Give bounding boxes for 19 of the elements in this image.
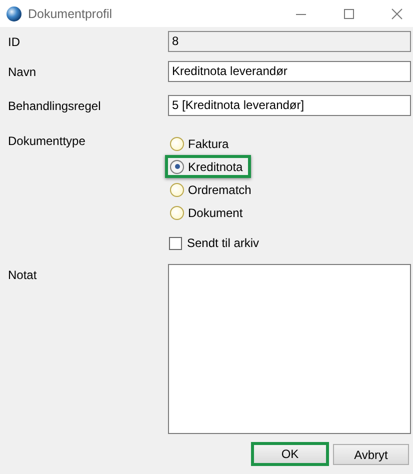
close-icon[interactable] [391,8,403,20]
note-field[interactable] [168,264,411,434]
text-field[interactable]: 5 [Kreditnota leverandør] [168,95,411,116]
field-label: Behandlingsregel [8,98,102,113]
window-title: Dokumentprofil [28,6,112,20]
highlighted-radio-option[interactable]: Kreditnota [165,155,251,178]
text-field[interactable]: Kreditnota leverandør [168,61,411,82]
radio-option[interactable]: Dokument [165,201,251,224]
radio-option[interactable]: Ordrematch [165,178,260,201]
radio-option[interactable]: Faktura [165,132,237,155]
highlighted-button[interactable]: OK [251,442,329,466]
field-label: Dokumenttype [8,133,86,148]
maximize-icon[interactable] [343,8,355,20]
field-label: Notat [8,267,38,282]
field-label: ID [8,34,21,49]
field-label: Navn [8,64,38,79]
button[interactable]: Avbryt [333,444,409,465]
app-icon [6,6,22,22]
archive-checkbox[interactable]: Sendt til arkiv [169,236,260,250]
